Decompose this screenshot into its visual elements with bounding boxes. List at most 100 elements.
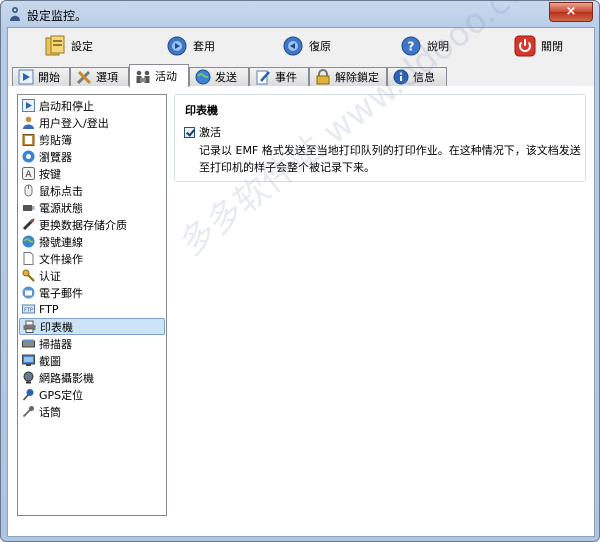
list-item-browser[interactable]: 瀏覽器	[19, 148, 165, 165]
svg-text:?: ?	[408, 40, 415, 54]
activate-checkbox[interactable]	[184, 126, 195, 138]
screenshot-icon	[22, 354, 35, 366]
globe-icon	[195, 69, 211, 85]
list-item-removable-media[interactable]: 更换数据存储介质	[19, 216, 165, 233]
tab-start[interactable]: 開始	[12, 67, 70, 86]
edit-icon	[256, 70, 270, 85]
close-button-label: 關閉	[541, 40, 563, 53]
svg-text:FTP: FTP	[24, 308, 33, 314]
activate-checkbox-row[interactable]: 激活	[184, 124, 221, 140]
tab-strip: 開始 選項 活动 发送 事件 解除鎖定 信息	[8, 64, 594, 87]
tab-activity[interactable]: 活动	[129, 64, 189, 87]
tab-label: 活动	[155, 70, 177, 83]
help-button-label: 說明	[427, 40, 449, 53]
restore-button-label: 復原	[309, 40, 331, 53]
list-item-label: 電子郵件	[39, 286, 83, 300]
tab-label: 解除鎖定	[335, 71, 379, 84]
list-item-label: 启动和停止	[39, 99, 94, 113]
list-item-label: 更换数据存储介质	[39, 218, 127, 232]
apply-button-label: 套用	[193, 40, 215, 53]
lock-icon	[316, 69, 330, 85]
title-bar[interactable]: 設定监控。 ×	[1, 1, 599, 27]
list-item-label: 文件操作	[39, 252, 83, 266]
list-item-label: 剪貼簿	[39, 133, 72, 147]
settings-button[interactable]: 設定	[44, 34, 93, 58]
key-icon	[22, 269, 35, 282]
tab-label: 開始	[38, 71, 60, 84]
tab-events[interactable]: 事件	[249, 67, 309, 86]
printer-description: 记录以 EMF 格式发送至当地打印队列的打印作业。在这种情况下，该文档发送至打印…	[199, 144, 581, 174]
list-item-webcam[interactable]: 網路攝影機	[19, 369, 165, 386]
tab-label: 事件	[275, 71, 297, 84]
email-icon	[22, 286, 35, 299]
activity-panel: 启动和停止 用户登入/登出 剪貼簿 瀏覽器 A 按键 鼠标点击 電源狀態 更换数…	[8, 1, 594, 536]
list-item-label: GPS定位	[39, 388, 84, 402]
list-item-label: 網路攝影機	[39, 371, 94, 385]
list-item-ftp[interactable]: FTP FTP	[19, 301, 165, 318]
list-item-keystrokes[interactable]: A 按键	[19, 165, 165, 182]
list-item-printer[interactable]: 印表機	[19, 318, 165, 335]
group-title: 印表機	[185, 104, 218, 117]
restore-button[interactable]: 復原	[282, 34, 331, 58]
file-icon	[23, 252, 34, 265]
usb-drive-icon	[22, 218, 35, 231]
list-item-mouse-clicks[interactable]: 鼠标点击	[19, 182, 165, 199]
list-item-email[interactable]: 電子郵件	[19, 284, 165, 301]
toolbar: 設定 套用 復原 ? 說明 關閉	[8, 28, 594, 64]
window-title: 設定监控。	[27, 9, 88, 23]
tab-label: 发送	[215, 71, 237, 84]
ftp-icon: FTP	[22, 304, 35, 314]
svg-text:A: A	[25, 170, 32, 180]
scanner-icon	[22, 339, 35, 348]
list-item-scanner[interactable]: 掃描器	[19, 335, 165, 352]
tab-label: 選項	[96, 71, 118, 84]
list-item-label: 截圖	[39, 354, 61, 368]
list-item-screenshot[interactable]: 截圖	[19, 352, 165, 369]
microphone-icon	[22, 406, 34, 418]
settings-icon	[45, 35, 65, 56]
list-item-label: 瀏覽器	[39, 150, 72, 164]
list-item-clipboard[interactable]: 剪貼簿	[19, 131, 165, 148]
list-item-label: 按键	[39, 167, 61, 181]
power-icon	[514, 35, 536, 57]
apply-icon	[167, 36, 187, 56]
tab-send[interactable]: 发送	[189, 67, 249, 86]
close-button[interactable]: 關閉	[514, 34, 563, 58]
list-item-gps[interactable]: GPS定位	[19, 386, 165, 403]
list-item-authentication[interactable]: 认证	[19, 267, 165, 284]
apply-button[interactable]: 套用	[166, 34, 215, 58]
list-item-label: 印表機	[40, 320, 73, 334]
network-globe-icon	[22, 235, 35, 248]
window-close-button[interactable]: ×	[549, 2, 593, 22]
list-item-file-operations[interactable]: 文件操作	[19, 250, 165, 267]
settings-window: 設定监控。 × 設定 套用 復原 ? 說明 關閉 開始 選項 活动 发送 事件 …	[0, 0, 600, 542]
pushpin-icon	[22, 389, 34, 401]
tab-info[interactable]: 信息	[387, 67, 447, 86]
user-icon	[23, 116, 34, 129]
list-item-user-login[interactable]: 用户登入/登出	[19, 114, 165, 131]
list-item-power-state[interactable]: 電源狀態	[19, 199, 165, 216]
activity-list[interactable]: 启动和停止 用户登入/登出 剪貼簿 瀏覽器 A 按键 鼠标点击 電源狀態 更换数…	[17, 94, 167, 516]
list-item-start-stop[interactable]: 启动和停止	[19, 97, 165, 114]
list-item-label: 话筒	[39, 405, 61, 419]
help-button[interactable]: ? 說明	[400, 34, 449, 58]
tab-unlock[interactable]: 解除鎖定	[309, 67, 387, 86]
list-item-label: 鼠标点击	[39, 184, 83, 198]
list-item-label: FTP	[39, 303, 59, 316]
tab-label: 信息	[413, 71, 435, 84]
list-item-dialup[interactable]: 撥號連線	[19, 233, 165, 250]
list-item-label: 掃描器	[39, 337, 72, 351]
tab-options[interactable]: 選項	[70, 67, 129, 86]
help-icon: ?	[401, 36, 421, 56]
app-icon	[10, 7, 20, 21]
printer-settings-group: 印表機 激活 记录以 EMF 格式发送至当地打印队列的打印作业。在这种情况下，该…	[174, 94, 586, 182]
list-item-label: 认证	[39, 269, 61, 283]
power-plug-icon	[23, 205, 35, 211]
webcam-icon	[23, 371, 34, 384]
activate-checkbox-label: 激活	[199, 126, 221, 139]
clipboard-icon	[22, 134, 35, 146]
list-item-microphone[interactable]: 话筒	[19, 403, 165, 420]
list-item-label: 電源狀態	[39, 201, 83, 215]
play-icon	[18, 69, 34, 85]
client-area: 設定 套用 復原 ? 說明 關閉 開始 選項 活动 发送 事件 解除鎖定 信息 …	[7, 1, 595, 537]
